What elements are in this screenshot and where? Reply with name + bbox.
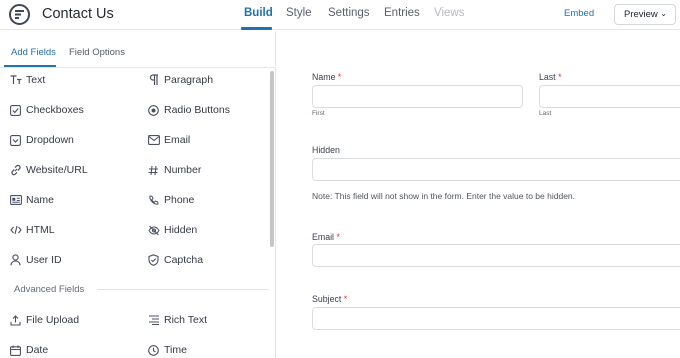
field-paragraph[interactable]: Paragraph (147, 72, 213, 88)
field-label: User ID (26, 254, 62, 266)
shield-icon (147, 254, 160, 267)
last-label-text: Last (539, 72, 556, 82)
fields-sidebar: Add Fields Field Options Text Paragraph … (0, 31, 276, 358)
name-label-text: Name (312, 72, 336, 82)
checkbox-icon (9, 104, 22, 117)
field-captcha[interactable]: Captcha (147, 252, 203, 268)
form-canvas: Name * Last * First Last Hidden Note: Th… (277, 31, 680, 358)
field-time[interactable]: Time (147, 342, 187, 358)
calendar-icon (9, 344, 22, 357)
field-hidden[interactable]: Hidden (147, 222, 197, 238)
last-field-label[interactable]: Last * (539, 72, 562, 82)
field-label: Paragraph (164, 74, 214, 86)
tab-build-underline (241, 27, 272, 30)
field-label: File Upload (26, 314, 80, 326)
required-mark: * (337, 72, 342, 82)
email-label-text: Email (312, 232, 334, 242)
field-dropdown[interactable]: Dropdown (9, 132, 74, 148)
phone-icon (147, 194, 160, 207)
chevron-down-icon: ⌄ (660, 9, 667, 18)
required-mark: * (336, 232, 340, 242)
dropdown-icon (9, 134, 22, 147)
email-icon (147, 134, 160, 147)
field-name[interactable]: Name (9, 192, 54, 208)
field-number[interactable]: Number (147, 162, 201, 178)
user-icon (9, 254, 22, 267)
field-email[interactable]: Email (147, 132, 190, 148)
tab-build[interactable]: Build (244, 7, 273, 19)
subject-label-text: Subject (312, 294, 342, 304)
required-mark: * (343, 294, 348, 304)
field-label: Name (26, 194, 55, 206)
form-title: Contact Us (42, 6, 114, 22)
embed-button[interactable]: Embed (564, 8, 594, 19)
link-icon (9, 164, 22, 177)
tab-style[interactable]: Style (286, 7, 312, 19)
field-label: Date (26, 344, 49, 356)
tab-field-options[interactable]: Field Options (69, 47, 125, 58)
email-field-label[interactable]: Email * (312, 232, 340, 242)
sidebar-scrollbar[interactable] (270, 71, 274, 247)
advanced-fields-divider (97, 289, 269, 290)
first-sublabel: First (312, 110, 325, 117)
top-bar: Contact Us Build Style Settings Entries … (0, 0, 680, 30)
field-file-upload[interactable]: File Upload (9, 312, 79, 328)
tab-views[interactable]: Views (434, 7, 464, 19)
tab-settings[interactable]: Settings (328, 7, 370, 19)
hidden-field-label[interactable]: Hidden (312, 145, 340, 155)
field-label: Rich Text (164, 314, 207, 326)
radio-icon (147, 104, 160, 117)
preview-button[interactable]: Preview ⌄ (614, 4, 676, 25)
subject-input[interactable] (312, 307, 680, 330)
id-card-icon (9, 194, 22, 207)
upload-icon (9, 314, 22, 327)
tab-add-fields[interactable]: Add Fields (11, 47, 56, 58)
advanced-fields-title: Advanced Fields (14, 284, 85, 295)
subject-field-label[interactable]: Subject * (312, 294, 347, 304)
field-label: Checkboxes (26, 104, 84, 116)
field-rich-text[interactable]: Rich Text (147, 312, 207, 328)
code-icon (9, 224, 22, 237)
field-phone[interactable]: Phone (147, 192, 194, 208)
hidden-value-input[interactable] (312, 158, 680, 181)
field-label: Text (26, 74, 46, 86)
field-website-url[interactable]: Website/URL (9, 162, 88, 178)
email-input[interactable] (312, 244, 680, 267)
field-label: Radio Buttons (164, 104, 230, 116)
field-label: Website/URL (26, 164, 88, 176)
field-radio-buttons[interactable]: Radio Buttons (147, 102, 230, 118)
text-icon (9, 74, 22, 87)
last-sublabel: Last (539, 110, 552, 117)
eye-slash-icon (147, 224, 160, 237)
required-mark: * (558, 72, 562, 82)
sidebar-tabs-divider (0, 67, 276, 68)
rich-text-icon (147, 314, 160, 327)
field-label: Captcha (164, 254, 204, 266)
hidden-field-note: Note: This field will not show in the fo… (312, 191, 576, 201)
name-field-label[interactable]: Name * (312, 72, 341, 82)
field-label: Phone (164, 194, 195, 206)
paragraph-icon (147, 74, 160, 87)
formidable-logo-icon[interactable] (9, 4, 30, 25)
field-date[interactable]: Date (9, 342, 48, 358)
field-html[interactable]: HTML (9, 222, 55, 238)
first-name-input[interactable] (312, 85, 523, 108)
field-user-id[interactable]: User ID (9, 252, 62, 268)
clock-icon (147, 344, 160, 357)
field-label: Number (164, 164, 202, 176)
field-label: Email (164, 134, 191, 146)
field-text[interactable]: Text (9, 72, 45, 88)
field-label: Hidden (164, 224, 198, 236)
hash-icon (147, 164, 160, 177)
preview-label: Preview (624, 9, 658, 20)
field-checkboxes[interactable]: Checkboxes (9, 102, 84, 118)
field-label: Time (164, 344, 187, 356)
field-label: Dropdown (26, 134, 74, 146)
last-name-input[interactable] (539, 85, 680, 108)
field-label: HTML (26, 224, 55, 236)
tab-entries[interactable]: Entries (384, 7, 420, 19)
